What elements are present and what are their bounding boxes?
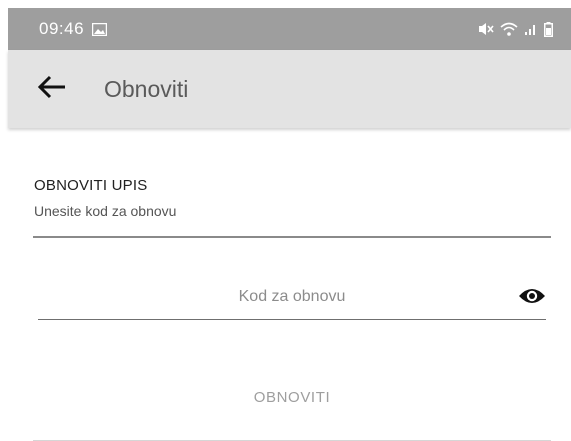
battery-icon bbox=[544, 21, 553, 37]
section-title: OBNOVITI UPIS bbox=[34, 177, 148, 194]
status-icons bbox=[478, 21, 553, 37]
gallery-icon bbox=[91, 22, 108, 36]
section-subtitle: Unesite kod za obnovu bbox=[34, 203, 177, 219]
status-bar: 09:46 bbox=[8, 8, 571, 50]
eye-icon bbox=[518, 286, 546, 311]
input-underline bbox=[38, 319, 546, 320]
divider bbox=[33, 236, 551, 238]
mute-icon bbox=[478, 22, 494, 36]
app-bar: Obnoviti bbox=[8, 50, 571, 128]
back-button[interactable] bbox=[34, 71, 70, 107]
arrow-back-icon bbox=[37, 75, 67, 104]
renew-code-input[interactable] bbox=[38, 276, 546, 318]
wifi-icon bbox=[500, 22, 518, 36]
signal-icon bbox=[524, 22, 538, 36]
status-time: 09:46 bbox=[39, 19, 85, 38]
code-input-group bbox=[38, 276, 546, 320]
renew-button[interactable]: OBNOVITI bbox=[33, 370, 551, 424]
renew-screen: 09:46 Obnoviti OBNOVITI UPIS Unesite kod… bbox=[0, 0, 571, 441]
toggle-visibility-button[interactable] bbox=[518, 286, 546, 310]
page-title: Obnoviti bbox=[104, 75, 189, 102]
